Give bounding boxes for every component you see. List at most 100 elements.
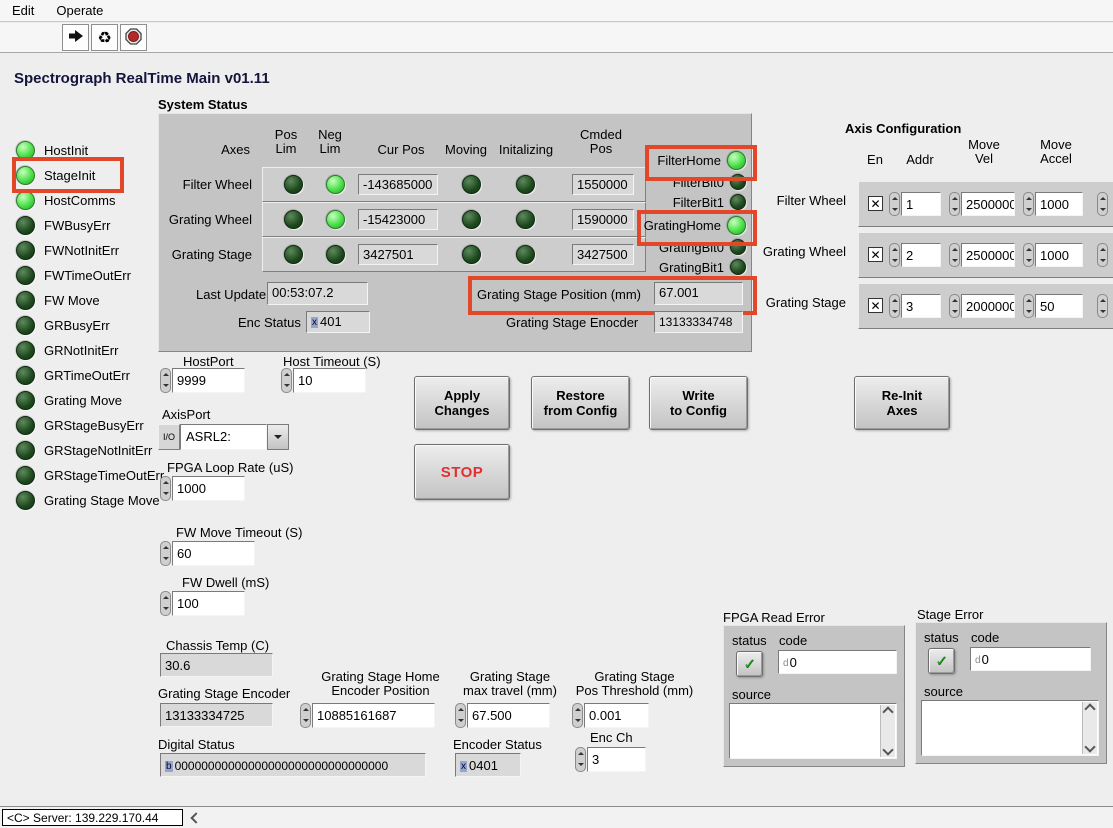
fwnotiniterr-led bbox=[16, 241, 35, 260]
fw-move-timeout-spinner[interactable] bbox=[160, 541, 171, 566]
neglim-led bbox=[326, 175, 345, 194]
gs-home-encoder-input[interactable]: 10885161687 bbox=[312, 703, 435, 728]
error-status-button[interactable]: ✓ bbox=[928, 648, 955, 674]
axis-label-grating-wheel: Grating Wheel bbox=[756, 244, 846, 259]
enc-status-label: Enc Status bbox=[238, 315, 301, 330]
move-accel-input[interactable]: 50 bbox=[1035, 294, 1083, 318]
run-button[interactable] bbox=[62, 24, 89, 51]
grating-stage-encoder-value: 13133334725 bbox=[160, 703, 273, 727]
decimal-radix: d bbox=[783, 658, 789, 669]
fpga-read-error-title: FPGA Read Error bbox=[723, 610, 825, 625]
source-scrollbar[interactable] bbox=[880, 705, 895, 757]
axis-config-row-grating-wheel: ✕ 2 2500000 1000 bbox=[858, 232, 1113, 278]
addr-spinner[interactable] bbox=[889, 243, 900, 267]
en-checkbox[interactable]: ✕ bbox=[868, 247, 883, 262]
enc-ch-input[interactable]: 3 bbox=[587, 747, 646, 772]
move-accel-input[interactable]: 1000 bbox=[1035, 192, 1083, 216]
reinit-axes-button[interactable]: Re-Init Axes bbox=[854, 376, 950, 430]
fw-dwell-input[interactable]: 100 bbox=[172, 591, 245, 616]
filterhome-row: FilterHome bbox=[602, 149, 746, 171]
move-vel-input[interactable]: 2500000 bbox=[961, 243, 1015, 267]
gs-pos-threshold-input[interactable]: 0.001 bbox=[584, 703, 649, 728]
abort-button[interactable] bbox=[120, 24, 147, 51]
initalizing-led bbox=[516, 210, 535, 229]
move-accel-spinner[interactable] bbox=[1023, 243, 1034, 267]
hostport-spinner[interactable] bbox=[160, 368, 171, 393]
col-header-en: En bbox=[862, 153, 888, 167]
col-header-neg-lim: Neg Lim bbox=[314, 128, 346, 157]
move-vel-spinner[interactable] bbox=[949, 294, 960, 318]
addr-input[interactable]: 1 bbox=[901, 192, 941, 216]
restore-from-config-button[interactable]: Restore from Config bbox=[531, 376, 630, 430]
move-accel-spinner[interactable] bbox=[1023, 192, 1034, 216]
gs-max-travel-input[interactable]: 67.500 bbox=[467, 703, 550, 728]
addr-input[interactable]: 2 bbox=[901, 243, 941, 267]
gs-pos-threshold-spinner[interactable] bbox=[572, 703, 583, 728]
gs-pos-threshold-label: Grating Stage Pos Threshold (mm) bbox=[572, 670, 697, 699]
filterbit0-row: FilterBit0 bbox=[602, 172, 746, 192]
scroll-down-icon[interactable] bbox=[1084, 741, 1095, 752]
write-to-config-button[interactable]: Write to Config bbox=[649, 376, 748, 430]
grnotiniterr-led bbox=[16, 341, 35, 360]
move-accel-spinner[interactable] bbox=[1023, 294, 1034, 318]
gs-max-travel-spinner[interactable] bbox=[455, 703, 466, 728]
col-header-addr: Addr bbox=[898, 153, 942, 167]
status-row-grating-wheel: -15423000 1590000 bbox=[262, 202, 646, 237]
scroll-up-icon[interactable] bbox=[882, 706, 893, 717]
status-label: status bbox=[732, 633, 767, 648]
en-checkbox[interactable]: ✕ bbox=[868, 196, 883, 211]
digital-status-label: Digital Status bbox=[158, 737, 235, 752]
menu-item-operate[interactable]: Operate bbox=[56, 3, 103, 18]
grtimeouterr-led bbox=[16, 366, 35, 385]
addr-spinner[interactable] bbox=[889, 294, 900, 318]
scroll-up-icon[interactable] bbox=[1084, 703, 1095, 714]
filterhome-label: FilterHome bbox=[657, 153, 721, 168]
hex-radix: x bbox=[460, 761, 467, 772]
move-vel-spinner[interactable] bbox=[949, 243, 960, 267]
move-vel-input[interactable]: 2500000 bbox=[961, 192, 1015, 216]
gs-home-encoder-spinner[interactable] bbox=[300, 703, 311, 728]
axisport-combo[interactable]: I/O ASRL2: bbox=[158, 424, 289, 450]
run-continuous-button[interactable]: ♻ bbox=[91, 24, 118, 51]
row-label-filter-wheel: Filter Wheel bbox=[160, 177, 252, 192]
stop-button[interactable]: STOP bbox=[414, 444, 510, 500]
scroll-down-icon[interactable] bbox=[882, 744, 893, 755]
led-label: GRStageNotInitErr bbox=[44, 443, 152, 458]
fpga-loop-rate-input[interactable]: 1000 bbox=[172, 476, 245, 501]
fw-move-timeout-input[interactable]: 60 bbox=[172, 541, 255, 566]
axis-config-row-grating-stage: ✕ 3 2000000 50 bbox=[858, 283, 1113, 329]
led-label: GRStageBusyErr bbox=[44, 418, 144, 433]
apply-changes-button[interactable]: Apply Changes bbox=[414, 376, 510, 430]
gratingbit1-row: GratingBit1 bbox=[602, 257, 746, 277]
fwtimeouterr-led bbox=[16, 266, 35, 285]
addr-input[interactable]: 3 bbox=[901, 294, 941, 318]
gratinghome-row: GratingHome bbox=[602, 214, 746, 236]
dropdown-arrow-icon[interactable] bbox=[267, 424, 289, 450]
source-scrollbar[interactable] bbox=[1082, 702, 1097, 754]
extra-spinner[interactable] bbox=[1097, 243, 1108, 267]
led-label: GRTimeOutErr bbox=[44, 368, 130, 383]
enc-ch-spinner[interactable] bbox=[575, 747, 586, 772]
move-accel-input[interactable]: 1000 bbox=[1035, 243, 1083, 267]
fwbusyerr-led bbox=[16, 216, 35, 235]
fpga-loop-rate-spinner[interactable] bbox=[160, 476, 171, 501]
gs-home-encoder-label: Grating Stage Home Encoder Position bbox=[308, 670, 453, 699]
axisport-value[interactable]: ASRL2: bbox=[180, 424, 267, 450]
host-timeout-input[interactable]: 10 bbox=[293, 368, 366, 393]
extra-spinner[interactable] bbox=[1097, 192, 1108, 216]
error-code-value: d0 bbox=[778, 650, 897, 674]
menu-item-edit[interactable]: Edit bbox=[12, 3, 34, 18]
host-timeout-spinner[interactable] bbox=[281, 368, 292, 393]
en-checkbox[interactable]: ✕ bbox=[868, 298, 883, 313]
chassis-temp-label: Chassis Temp (C) bbox=[166, 638, 269, 653]
addr-spinner[interactable] bbox=[889, 192, 900, 216]
fw-dwell-spinner[interactable] bbox=[160, 591, 171, 616]
led-label: FWNotInitErr bbox=[44, 243, 119, 258]
move-vel-spinner[interactable] bbox=[949, 192, 960, 216]
hostport-input[interactable]: 9999 bbox=[172, 368, 245, 393]
error-status-button[interactable]: ✓ bbox=[736, 651, 763, 677]
led-label: HostInit bbox=[44, 143, 88, 158]
enc-status-value: x401 bbox=[306, 311, 370, 333]
extra-spinner[interactable] bbox=[1097, 294, 1108, 318]
move-vel-input[interactable]: 2000000 bbox=[961, 294, 1015, 318]
